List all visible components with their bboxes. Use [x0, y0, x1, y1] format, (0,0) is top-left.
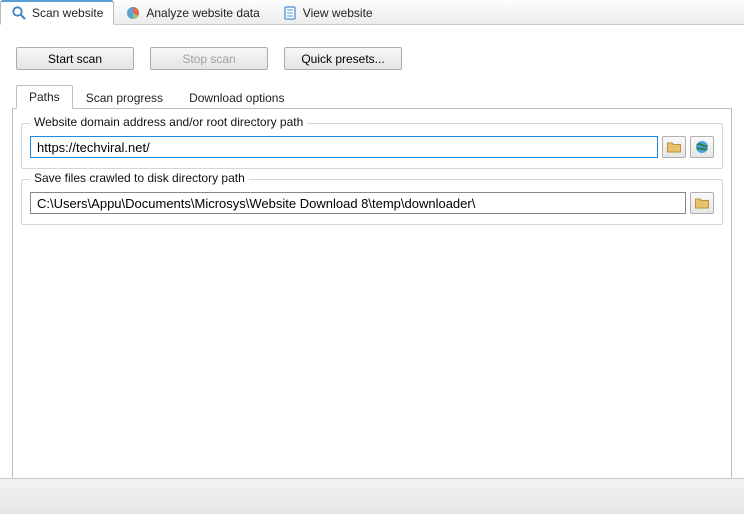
- status-bar: [0, 478, 744, 514]
- document-icon: [282, 5, 298, 21]
- pie-chart-icon: [125, 5, 141, 21]
- globe-icon: [694, 139, 710, 155]
- content-area: Start scan Stop scan Quick presets... Pa…: [0, 25, 744, 478]
- folder-icon: [666, 139, 682, 155]
- browse-folder-button-2[interactable]: [690, 192, 714, 214]
- save-path-group: Save files crawled to disk directory pat…: [21, 179, 723, 225]
- browse-folder-button-1[interactable]: [662, 136, 686, 158]
- save-path-label: Save files crawled to disk directory pat…: [30, 171, 249, 185]
- start-scan-button[interactable]: Start scan: [16, 47, 134, 70]
- main-tab-analyze-label: Analyze website data: [146, 6, 259, 20]
- quick-presets-button[interactable]: Quick presets...: [284, 47, 402, 70]
- paths-pane: Website domain address and/or root direc…: [12, 109, 732, 478]
- open-url-button[interactable]: [690, 136, 714, 158]
- folder-icon: [694, 195, 710, 211]
- main-tab-view[interactable]: View website: [271, 0, 384, 24]
- main-tab-scan-label: Scan website: [32, 6, 103, 20]
- save-path-input[interactable]: [30, 192, 686, 214]
- website-address-group: Website domain address and/or root direc…: [21, 123, 723, 169]
- main-tab-view-label: View website: [303, 6, 373, 20]
- magnifier-icon: [11, 5, 27, 21]
- main-tab-analyze[interactable]: Analyze website data: [114, 0, 270, 24]
- subtab-paths[interactable]: Paths: [16, 85, 73, 109]
- subtab-download-options[interactable]: Download options: [176, 86, 297, 109]
- action-button-row: Start scan Stop scan Quick presets...: [12, 35, 732, 84]
- stop-scan-button: Stop scan: [150, 47, 268, 70]
- website-address-label: Website domain address and/or root direc…: [30, 115, 307, 129]
- subtab-scan-progress[interactable]: Scan progress: [73, 86, 176, 109]
- main-tabbar: Scan website Analyze website data View w…: [0, 0, 744, 25]
- main-tab-scan[interactable]: Scan website: [0, 0, 114, 25]
- subtabs-bar: Paths Scan progress Download options: [12, 84, 732, 109]
- website-address-input[interactable]: [30, 136, 658, 158]
